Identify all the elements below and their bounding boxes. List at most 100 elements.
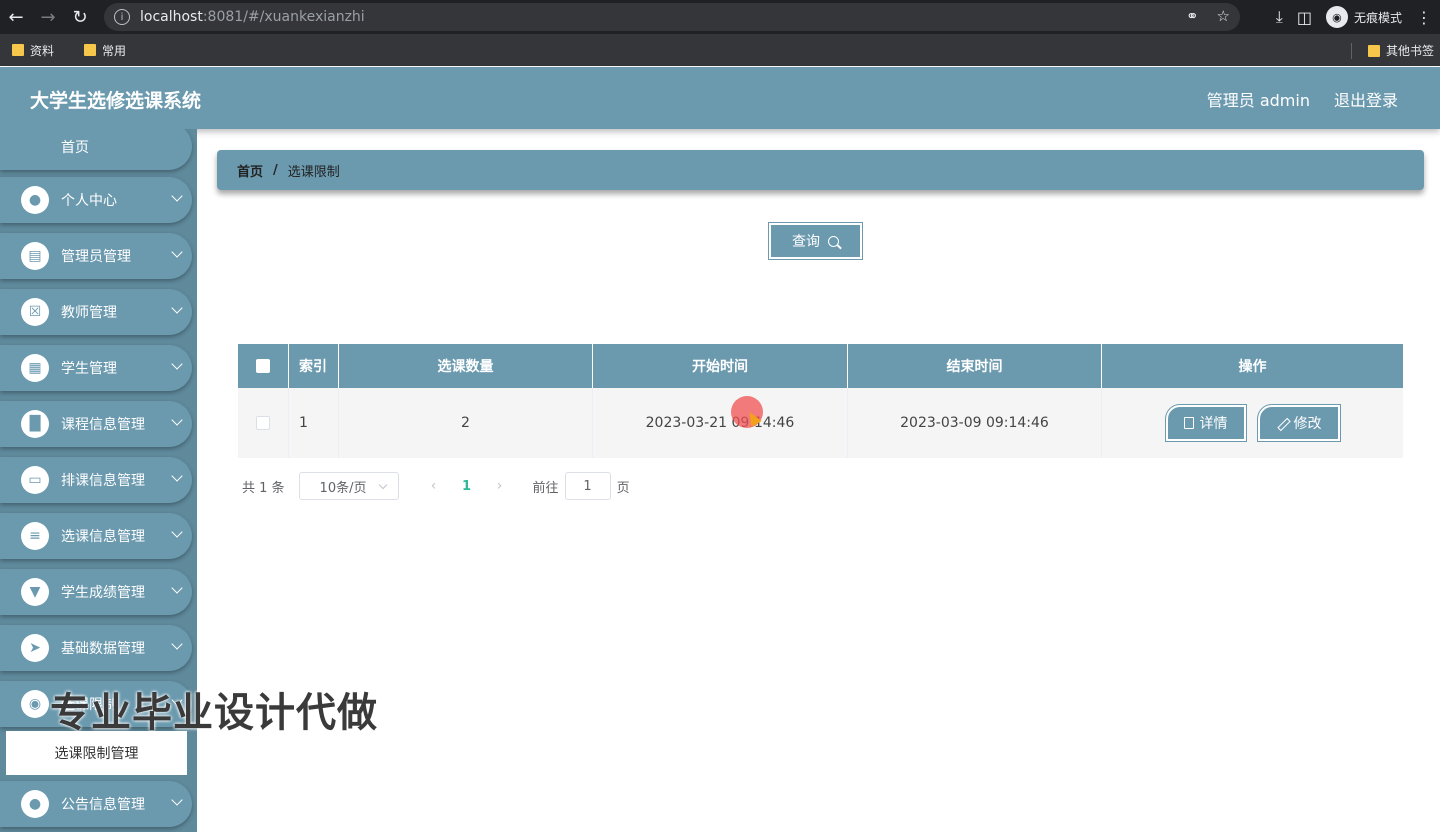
- sidepanel-icon[interactable]: ◫: [1297, 8, 1312, 27]
- url-host: localhost: [140, 9, 203, 25]
- watermark-text: 专业毕业设计代做: [50, 690, 378, 736]
- back-icon[interactable]: ←: [0, 1, 32, 33]
- pagination-total: 共 1 条: [242, 480, 285, 496]
- clipboard-icon: ▤: [21, 242, 49, 270]
- detail-button[interactable]: 详情: [1164, 404, 1247, 442]
- folder-icon: [12, 44, 24, 56]
- url-path: :8081/#/xuankexianzhi: [202, 9, 365, 25]
- other-bookmarks[interactable]: 其他书签: [1350, 42, 1434, 59]
- sidebar-item-courses[interactable]: █ 课程信息管理: [0, 401, 192, 447]
- current-user: 管理员 admin: [1206, 91, 1310, 110]
- download-icon[interactable]: ⤓: [1276, 7, 1283, 27]
- goto-label: 前往: [532, 480, 559, 496]
- sidebar-item-grades[interactable]: ▼ 学生成绩管理: [0, 569, 192, 615]
- select-all-cell: [238, 344, 289, 388]
- reload-icon[interactable]: ↻: [64, 1, 96, 33]
- other-bookmarks-label: 其他书签: [1385, 44, 1434, 58]
- page-suffix: 页: [616, 480, 630, 496]
- bookmark-label: 常用: [102, 43, 127, 58]
- chevron-down-icon: [171, 414, 183, 426]
- clipboard-x-icon: ☒: [21, 298, 49, 326]
- app-header: 大学生选修选课系统 管理员 admin 退出登录: [0, 67, 1440, 129]
- signpost-icon: ▼: [21, 578, 49, 606]
- column-header-index: 索引: [289, 344, 339, 388]
- chevron-down-icon: [171, 470, 183, 482]
- chevron-down-icon: [171, 302, 183, 314]
- goto-page-input[interactable]: 1: [564, 472, 611, 500]
- chevron-down-icon: [171, 582, 183, 594]
- sidebar-item-enrollment[interactable]: ≡ 选课信息管理: [0, 513, 192, 559]
- row-select-cell: [238, 388, 289, 458]
- sidebar-item-label: 首页: [61, 139, 89, 156]
- edit-button-label: 修改: [1293, 416, 1322, 432]
- sidebar-item-home[interactable]: 首页: [0, 129, 192, 170]
- address-bar[interactable]: i localhost:8081/#/xuankexianzhi ⚭ ☆: [104, 3, 1240, 31]
- bar-chart-icon: █: [21, 410, 49, 438]
- sidebar-item-notices[interactable]: ● 公告信息管理: [0, 781, 192, 827]
- cell-index: 1: [289, 388, 339, 458]
- sidebar-item-label: 排课信息管理: [61, 473, 145, 489]
- table-header: 索引 选课数量 开始时间 结束时间 操作: [238, 344, 1403, 388]
- monitor-icon: ▭: [21, 466, 49, 494]
- sidebar-item-label: 选课信息管理: [61, 529, 145, 545]
- sidebar-item-label: 个人中心: [61, 193, 117, 209]
- incognito-icon: ◉: [1325, 6, 1348, 28]
- breadcrumb-home[interactable]: 首页: [237, 161, 263, 180]
- send-icon: ➤: [21, 634, 49, 662]
- cell-end-time: 2023-03-09 09:14:46: [848, 388, 1102, 458]
- chevron-down-icon: [171, 246, 183, 258]
- key-icon[interactable]: ⚭: [1186, 7, 1199, 25]
- sidebar-item-schedule[interactable]: ▭ 排课信息管理: [0, 457, 192, 503]
- table-row: 1 2 2023-03-21 09:14:46 2023-03-09 09:14…: [238, 388, 1403, 458]
- chevron-down-icon: [171, 638, 183, 650]
- browser-toolbar: ← → ↻ i localhost:8081/#/xuankexianzhi ⚭…: [0, 0, 1440, 34]
- sidebar-item-personal[interactable]: ● 个人中心: [0, 177, 192, 223]
- sidebar-item-label: 公告信息管理: [61, 797, 145, 813]
- info-icon[interactable]: i: [114, 9, 130, 25]
- chevron-down-icon: [171, 358, 183, 370]
- bookmarks-bar: 资料 常用 其他书签: [0, 34, 1440, 66]
- sidebar-item-label: 学生管理: [61, 361, 117, 377]
- user-icon: ●: [21, 186, 49, 214]
- column-header-end: 结束时间: [848, 344, 1102, 388]
- select-all-checkbox[interactable]: [256, 359, 270, 373]
- sidebar-item-label: 学生成绩管理: [61, 585, 145, 601]
- data-table: 索引 选课数量 开始时间 结束时间 操作 1 2 2023-03-21 09:1…: [238, 344, 1403, 458]
- sidebar-item-teachers[interactable]: ☒ 教师管理: [0, 289, 192, 335]
- edit-button[interactable]: 修改: [1256, 404, 1341, 442]
- sliders-icon: ≡: [21, 522, 49, 550]
- cell-start-time: 2023-03-21 09:14:46: [593, 388, 848, 458]
- prev-page-icon[interactable]: ‹: [419, 478, 449, 494]
- query-button[interactable]: 查询: [768, 222, 863, 260]
- sidebar-item-students[interactable]: ▦ 学生管理: [0, 345, 192, 391]
- bookmark-folder[interactable]: 资料: [12, 42, 54, 59]
- more-menu-icon[interactable]: ⋮: [1416, 8, 1432, 27]
- folder-icon: [84, 44, 97, 56]
- sidebar-item-admins[interactable]: ▤ 管理员管理: [0, 233, 192, 279]
- chevron-down-icon: [378, 480, 387, 490]
- user-icon: ●: [21, 790, 49, 818]
- app-title: 大学生选修选课系统: [30, 90, 202, 112]
- column-header-count: 选课数量: [339, 344, 593, 388]
- pagination: 共 1 条 10条/页 ‹ 1 › 前往 1 页: [242, 472, 630, 500]
- star-icon[interactable]: ☆: [1217, 7, 1230, 25]
- page-size-select[interactable]: 10条/页: [298, 472, 399, 500]
- search-icon: [828, 235, 839, 247]
- breadcrumb-current: 选课限制: [287, 164, 340, 180]
- incognito-label: 无痕模式: [1353, 10, 1402, 25]
- bookmark-folder[interactable]: 常用: [84, 42, 126, 59]
- next-page-icon[interactable]: ›: [485, 478, 515, 494]
- folder-icon: [1367, 44, 1380, 57]
- sidebar-item-label: 教师管理: [61, 305, 117, 321]
- chevron-down-icon: [171, 794, 183, 806]
- row-checkbox[interactable]: [256, 416, 270, 430]
- forward-icon[interactable]: →: [32, 1, 64, 33]
- sidebar-item-basedata[interactable]: ➤ 基础数据管理: [0, 625, 192, 671]
- document-icon: [1183, 417, 1194, 429]
- sidebar-item-label: 管理员管理: [61, 249, 131, 265]
- incognito-indicator[interactable]: ◉ 无痕模式: [1325, 6, 1402, 28]
- page-number[interactable]: 1: [449, 479, 485, 494]
- logout-link[interactable]: 退出登录: [1334, 87, 1398, 111]
- grid-icon: ▦: [21, 354, 49, 382]
- chevron-down-icon: [171, 190, 183, 202]
